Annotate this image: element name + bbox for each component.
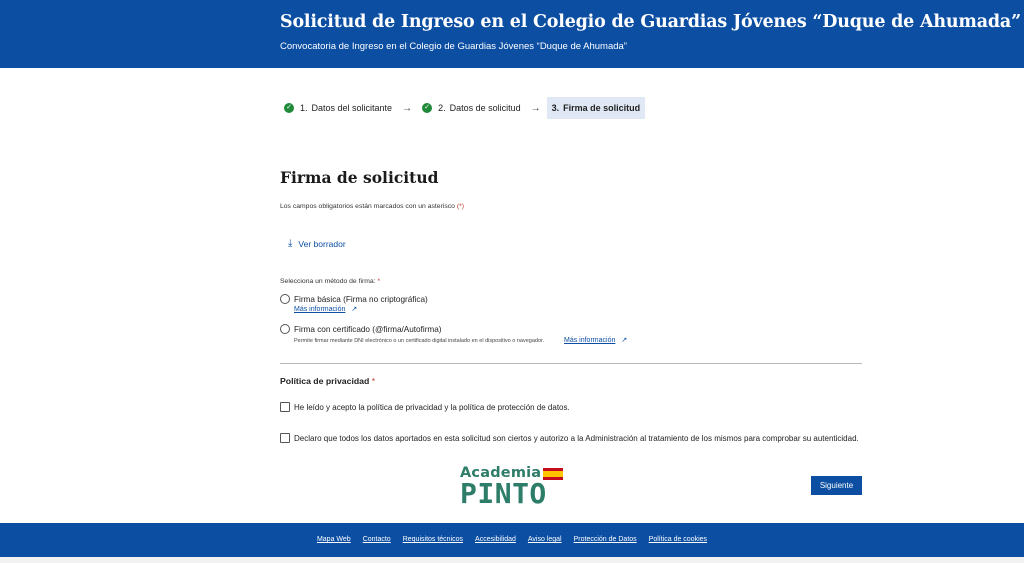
footer-link-contacto[interactable]: Contacto [363, 536, 391, 543]
more-info-link-basic[interactable]: Más información ↗ [294, 305, 357, 313]
check-circle-icon: ✓ [422, 103, 433, 113]
data-declaration-checkbox[interactable] [280, 433, 290, 443]
required-mark: (*) [456, 203, 465, 210]
sign-method-label: Selecciona un método de firma: * [280, 278, 381, 285]
external-link-icon: ↗ [351, 306, 358, 313]
page-title: Solicitud de Ingreso en el Colegio de Gu… [280, 12, 1021, 32]
academia-pinto-logo: Academia PINTO [460, 465, 566, 510]
section-title: Firma de solicitud [280, 168, 439, 187]
page-header: Solicitud de Ingreso en el Colegio de Gu… [0, 0, 1024, 68]
radio-button[interactable] [280, 324, 290, 334]
page-subtitle: Convocatoria de Ingreso en el Colegio de… [280, 41, 627, 52]
data-declaration-checkbox-row[interactable]: Declaro que todos los datos aportados en… [280, 433, 859, 443]
stepper: ✓ 1. Datos del solicitante → ✓ 2. Datos … [280, 97, 646, 119]
privacy-title: Política de privacidad * [280, 376, 376, 386]
footer-link-accesibilidad[interactable]: Accesibilidad [475, 536, 516, 543]
radio-basic-signature[interactable]: Firma básica (Firma no criptográfica) [280, 294, 428, 304]
step-label: Firma de solicitud [563, 103, 641, 113]
check-circle-icon: ✓ [284, 103, 294, 113]
bottom-strip [0, 557, 1024, 563]
footer-link-mapa-web[interactable]: Mapa Web [317, 536, 351, 543]
step-label: Datos de solicitud [449, 103, 521, 113]
footer-link-proteccion-datos[interactable]: Protección de Datos [574, 536, 637, 543]
download-icon: ⤓ [288, 238, 293, 249]
view-draft-link[interactable]: ⤓ Ver borrador [288, 238, 346, 249]
more-info-link-certificate[interactable]: Más información ↗ [564, 336, 627, 344]
required-note: Los campos obligatorios están marcados c… [280, 203, 465, 210]
step-firma-solicitud[interactable]: 3. Firma de solicitud [546, 97, 646, 119]
footer-links: Mapa Web Contacto Requisitos técnicos Ac… [0, 536, 1024, 543]
step-datos-solicitud[interactable]: ✓ 2. Datos de solicitud [418, 97, 525, 119]
arrow-right-icon: → [402, 102, 413, 114]
privacy-accept-checkbox-row[interactable]: He leído y acepto la política de privaci… [280, 402, 570, 412]
step-label: Datos del solicitante [311, 103, 393, 113]
external-link-icon: ↗ [621, 337, 628, 344]
page-footer: Mapa Web Contacto Requisitos técnicos Ac… [0, 523, 1024, 557]
radio-certificate-signature[interactable]: Firma con certificado (@firma/Autofirma) [280, 324, 442, 334]
footer-link-aviso-legal[interactable]: Aviso legal [528, 536, 562, 543]
next-button[interactable]: Siguiente [811, 476, 862, 495]
divider [280, 363, 862, 364]
footer-link-cookies[interactable]: Política de cookies [649, 536, 707, 543]
privacy-accept-checkbox[interactable] [280, 402, 290, 412]
certificate-help-text: Permite firmar mediante DNI electrónico … [294, 338, 545, 344]
radio-button[interactable] [280, 294, 290, 304]
arrow-right-icon: → [530, 102, 541, 114]
step-datos-solicitante[interactable]: ✓ 1. Datos del solicitante [280, 97, 396, 119]
footer-link-requisitos[interactable]: Requisitos técnicos [403, 536, 463, 543]
